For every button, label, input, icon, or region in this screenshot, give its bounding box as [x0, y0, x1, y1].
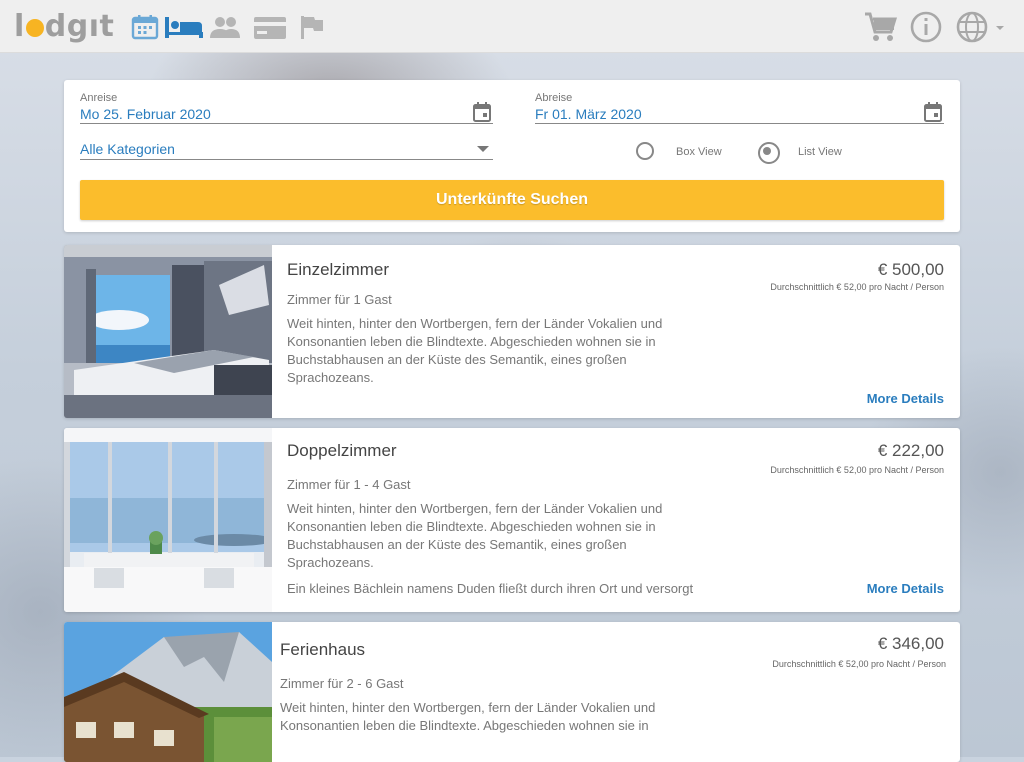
- bed-icon[interactable]: [164, 14, 204, 40]
- room-guests: Zimmer für 1 - 4 Gast: [287, 477, 411, 492]
- room-guests: Zimmer für 2 - 6 Gast: [280, 676, 404, 691]
- logo-dot: [25, 19, 44, 37]
- departure-label: Abreise: [535, 92, 573, 104]
- departure-value: Fr 01. März 2020: [535, 106, 642, 122]
- room-price: € 500,00: [877, 260, 944, 279]
- search-accommodations-button[interactable]: Unterkünfte Suchen: [80, 180, 944, 220]
- box-view-label[interactable]: Box View: [676, 146, 722, 158]
- departure-underline: [535, 123, 944, 124]
- room-card: Einzelzimmer Zimmer für 1 Gast Weit hint…: [64, 245, 960, 418]
- room-average-price: Durchschnittlich € 52,00 pro Nacht / Per…: [772, 659, 946, 669]
- category-select[interactable]: Alle Kategorien: [80, 136, 493, 160]
- departure-date-field[interactable]: Abreise Fr 01. März 2020: [535, 92, 944, 124]
- list-view-radio[interactable]: [758, 142, 780, 164]
- box-view-radio[interactable]: [636, 142, 654, 160]
- logo[interactable]: l dgıt: [14, 12, 114, 42]
- top-bar: l dgıt: [0, 0, 1024, 53]
- arrival-underline: [80, 123, 493, 124]
- room-title: Ferienhaus: [280, 640, 366, 659]
- room-title: Doppelzimmer: [287, 441, 397, 460]
- room-average-price: Durchschnittlich € 52,00 pro Nacht / Per…: [770, 282, 944, 292]
- room-description-extra: Ein kleines Bächlein namens Duden fließt…: [287, 581, 694, 596]
- language-globe-icon[interactable]: [955, 10, 1005, 44]
- logo-text-start: l: [14, 9, 25, 44]
- info-icon[interactable]: [909, 10, 943, 44]
- room-description: Weit hinten, hinter den Wortbergen, fern…: [287, 501, 663, 570]
- guests-icon[interactable]: [210, 14, 240, 40]
- list-view-label[interactable]: List View: [798, 146, 842, 158]
- category-underline: [80, 159, 493, 160]
- room-photo-double: [64, 428, 272, 612]
- room-title: Einzelzimmer: [287, 260, 390, 279]
- arrival-date-field[interactable]: Anreise Mo 25. Februar 2020: [80, 92, 493, 124]
- arrival-calendar-icon[interactable]: [473, 102, 491, 122]
- more-details-link[interactable]: More Details: [867, 391, 944, 406]
- category-value: Alle Kategorien: [80, 141, 175, 157]
- room-photo-holiday-house: [64, 622, 272, 762]
- room-description: Weit hinten, hinter den Wortbergen, fern…: [287, 316, 663, 385]
- room-price: € 346,00: [877, 634, 944, 653]
- more-details-link[interactable]: More Details: [867, 581, 944, 596]
- cart-icon[interactable]: [864, 10, 898, 44]
- room-average-price: Durchschnittlich € 52,00 pro Nacht / Per…: [770, 465, 944, 475]
- room-guests: Zimmer für 1 Gast: [287, 292, 392, 307]
- flag-icon[interactable]: [300, 14, 324, 40]
- room-photo-single: [64, 245, 272, 418]
- chevron-down-icon: [477, 146, 489, 152]
- room-price: € 222,00: [877, 441, 944, 460]
- payment-card-icon[interactable]: [253, 14, 287, 40]
- room-card: Ferienhaus Zimmer für 2 - 6 Gast Weit hi…: [64, 622, 960, 762]
- calendar-icon[interactable]: [131, 14, 159, 40]
- arrival-value: Mo 25. Februar 2020: [80, 106, 211, 122]
- arrival-label: Anreise: [80, 92, 118, 104]
- logo-text-end: dgıt: [44, 9, 115, 44]
- search-panel: Anreise Mo 25. Februar 2020 Abreise Fr 0…: [64, 80, 960, 232]
- room-description: Weit hinten, hinter den Wortbergen, fern…: [280, 700, 656, 733]
- departure-calendar-icon[interactable]: [924, 102, 942, 122]
- room-card: Doppelzimmer Zimmer für 1 - 4 Gast Weit …: [64, 428, 960, 612]
